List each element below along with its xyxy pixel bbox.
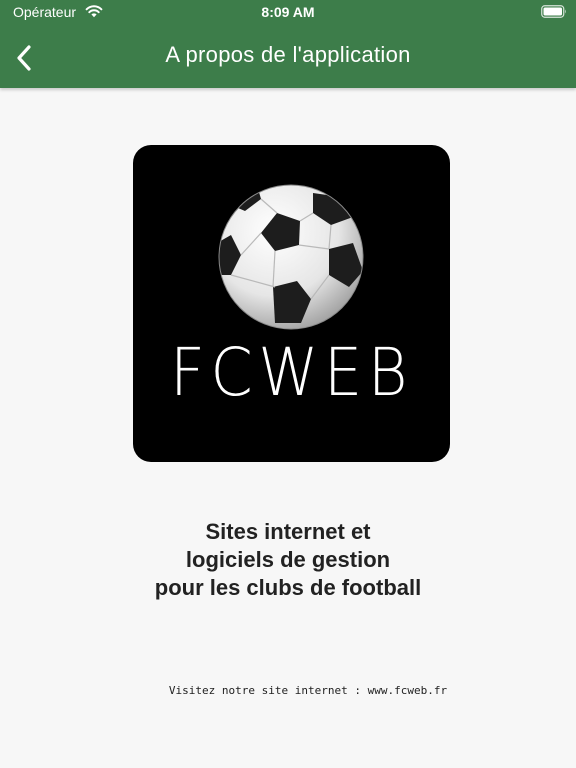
navigation-bar: A propos de l'application bbox=[0, 24, 576, 88]
tagline-line: pour les clubs de football bbox=[154, 575, 422, 600]
website-link-text[interactable]: Visitez notre site internet : www.fcweb.… bbox=[40, 684, 576, 697]
app-screen: Opérateur 8:09 AM A propos de l'applicat… bbox=[0, 0, 576, 768]
battery-icon bbox=[541, 5, 566, 18]
back-button[interactable] bbox=[4, 38, 44, 78]
tagline: Sites internet et logiciels de gestion p… bbox=[40, 518, 536, 602]
status-bar: Opérateur 8:09 AM bbox=[0, 0, 576, 24]
chevron-left-icon bbox=[17, 45, 31, 71]
tagline-line: logiciels de gestion bbox=[185, 547, 391, 572]
fcweb-logo: FCWEB bbox=[133, 145, 450, 462]
header: Opérateur 8:09 AM A propos de l'applicat… bbox=[0, 0, 576, 88]
status-time: 8:09 AM bbox=[261, 4, 315, 20]
page-title: A propos de l'application bbox=[165, 42, 411, 67]
tagline-line: Sites internet et bbox=[205, 519, 371, 544]
logo-wordmark: FCWEB bbox=[169, 334, 414, 411]
soccer-ball-icon bbox=[218, 184, 364, 330]
